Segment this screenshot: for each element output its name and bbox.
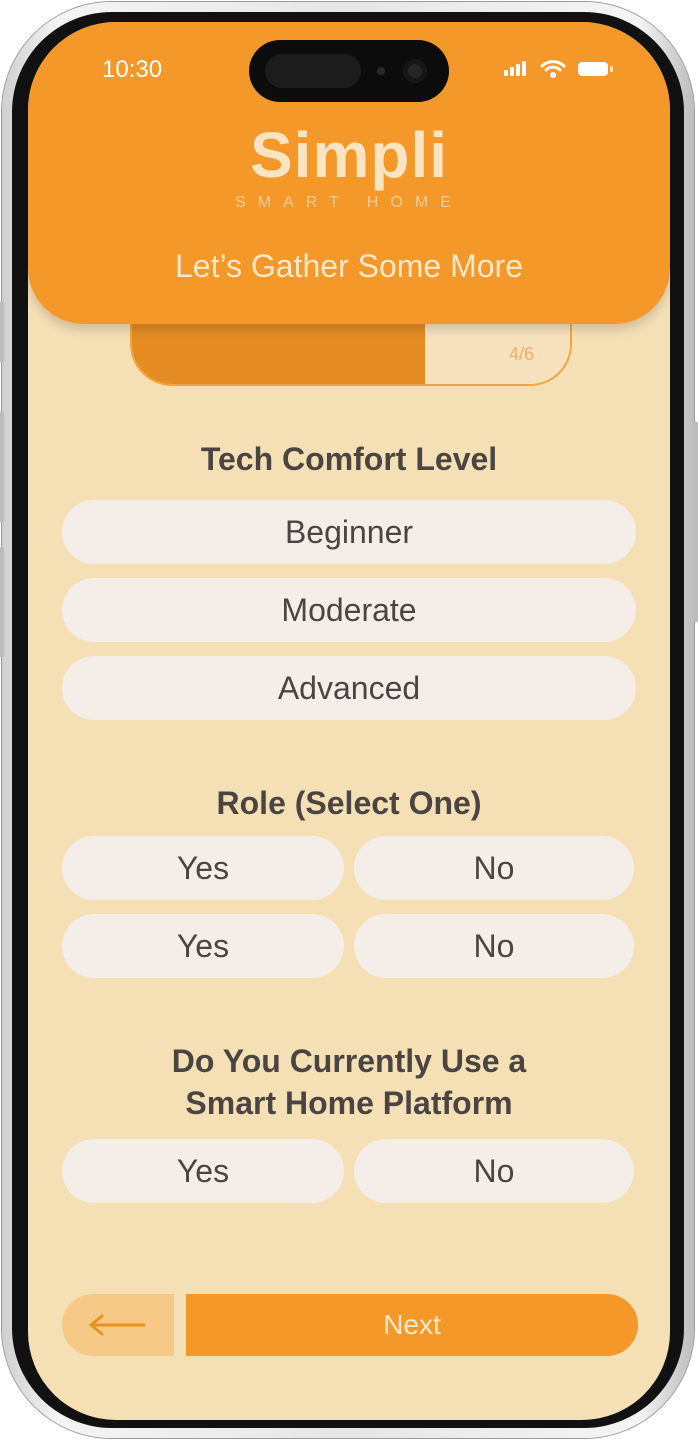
platform-title-line2: Smart Home Platform bbox=[185, 1085, 513, 1121]
volume-up-button bbox=[0, 412, 4, 522]
role-option-no[interactable]: No bbox=[354, 914, 634, 978]
island-dot bbox=[377, 67, 385, 75]
status-time: 10:30 bbox=[102, 56, 163, 83]
camera-icon bbox=[403, 59, 427, 83]
battery-cap bbox=[610, 66, 613, 72]
option-advanced[interactable]: Advanced bbox=[62, 656, 636, 720]
volume-down-button bbox=[0, 547, 4, 657]
role-option-no[interactable]: No bbox=[354, 836, 634, 900]
island-sensor bbox=[265, 54, 361, 88]
progress-label: 4/6 bbox=[508, 344, 534, 364]
platform-option-yes[interactable]: Yes bbox=[62, 1139, 344, 1203]
back-button[interactable] bbox=[62, 1294, 174, 1356]
power-button bbox=[694, 422, 698, 622]
header: 10:30 Simpli SMART HOME Let’s Gather Som… bbox=[28, 22, 670, 324]
platform-option-no[interactable]: No bbox=[354, 1139, 634, 1203]
battery-icon bbox=[578, 62, 608, 76]
app-screen: 4/6 10:30 Simpli SMART HOME Let’s Gather… bbox=[28, 22, 670, 1420]
status-icons bbox=[504, 60, 614, 80]
brand-logo-title: Simpli bbox=[249, 119, 449, 191]
role-option-yes[interactable]: Yes bbox=[62, 914, 344, 978]
role-option-yes[interactable]: Yes bbox=[62, 836, 344, 900]
wifi-icon bbox=[540, 60, 566, 78]
arrow-left-icon bbox=[89, 1314, 146, 1336]
platform-title-line1: Do You Currently Use a bbox=[171, 1043, 527, 1079]
role-title: Role (Select One) bbox=[216, 785, 482, 821]
next-button[interactable]: Next bbox=[186, 1294, 638, 1356]
tech-comfort-title: Tech Comfort Level bbox=[200, 441, 498, 477]
brand-logo-subtitle: SMART HOME bbox=[235, 194, 463, 211]
option-beginner[interactable]: Beginner bbox=[62, 500, 636, 564]
dynamic-island bbox=[249, 40, 449, 102]
header-subtitle: Let’s Gather Some More bbox=[174, 248, 523, 284]
mute-switch bbox=[0, 302, 4, 362]
option-moderate[interactable]: Moderate bbox=[62, 578, 636, 642]
